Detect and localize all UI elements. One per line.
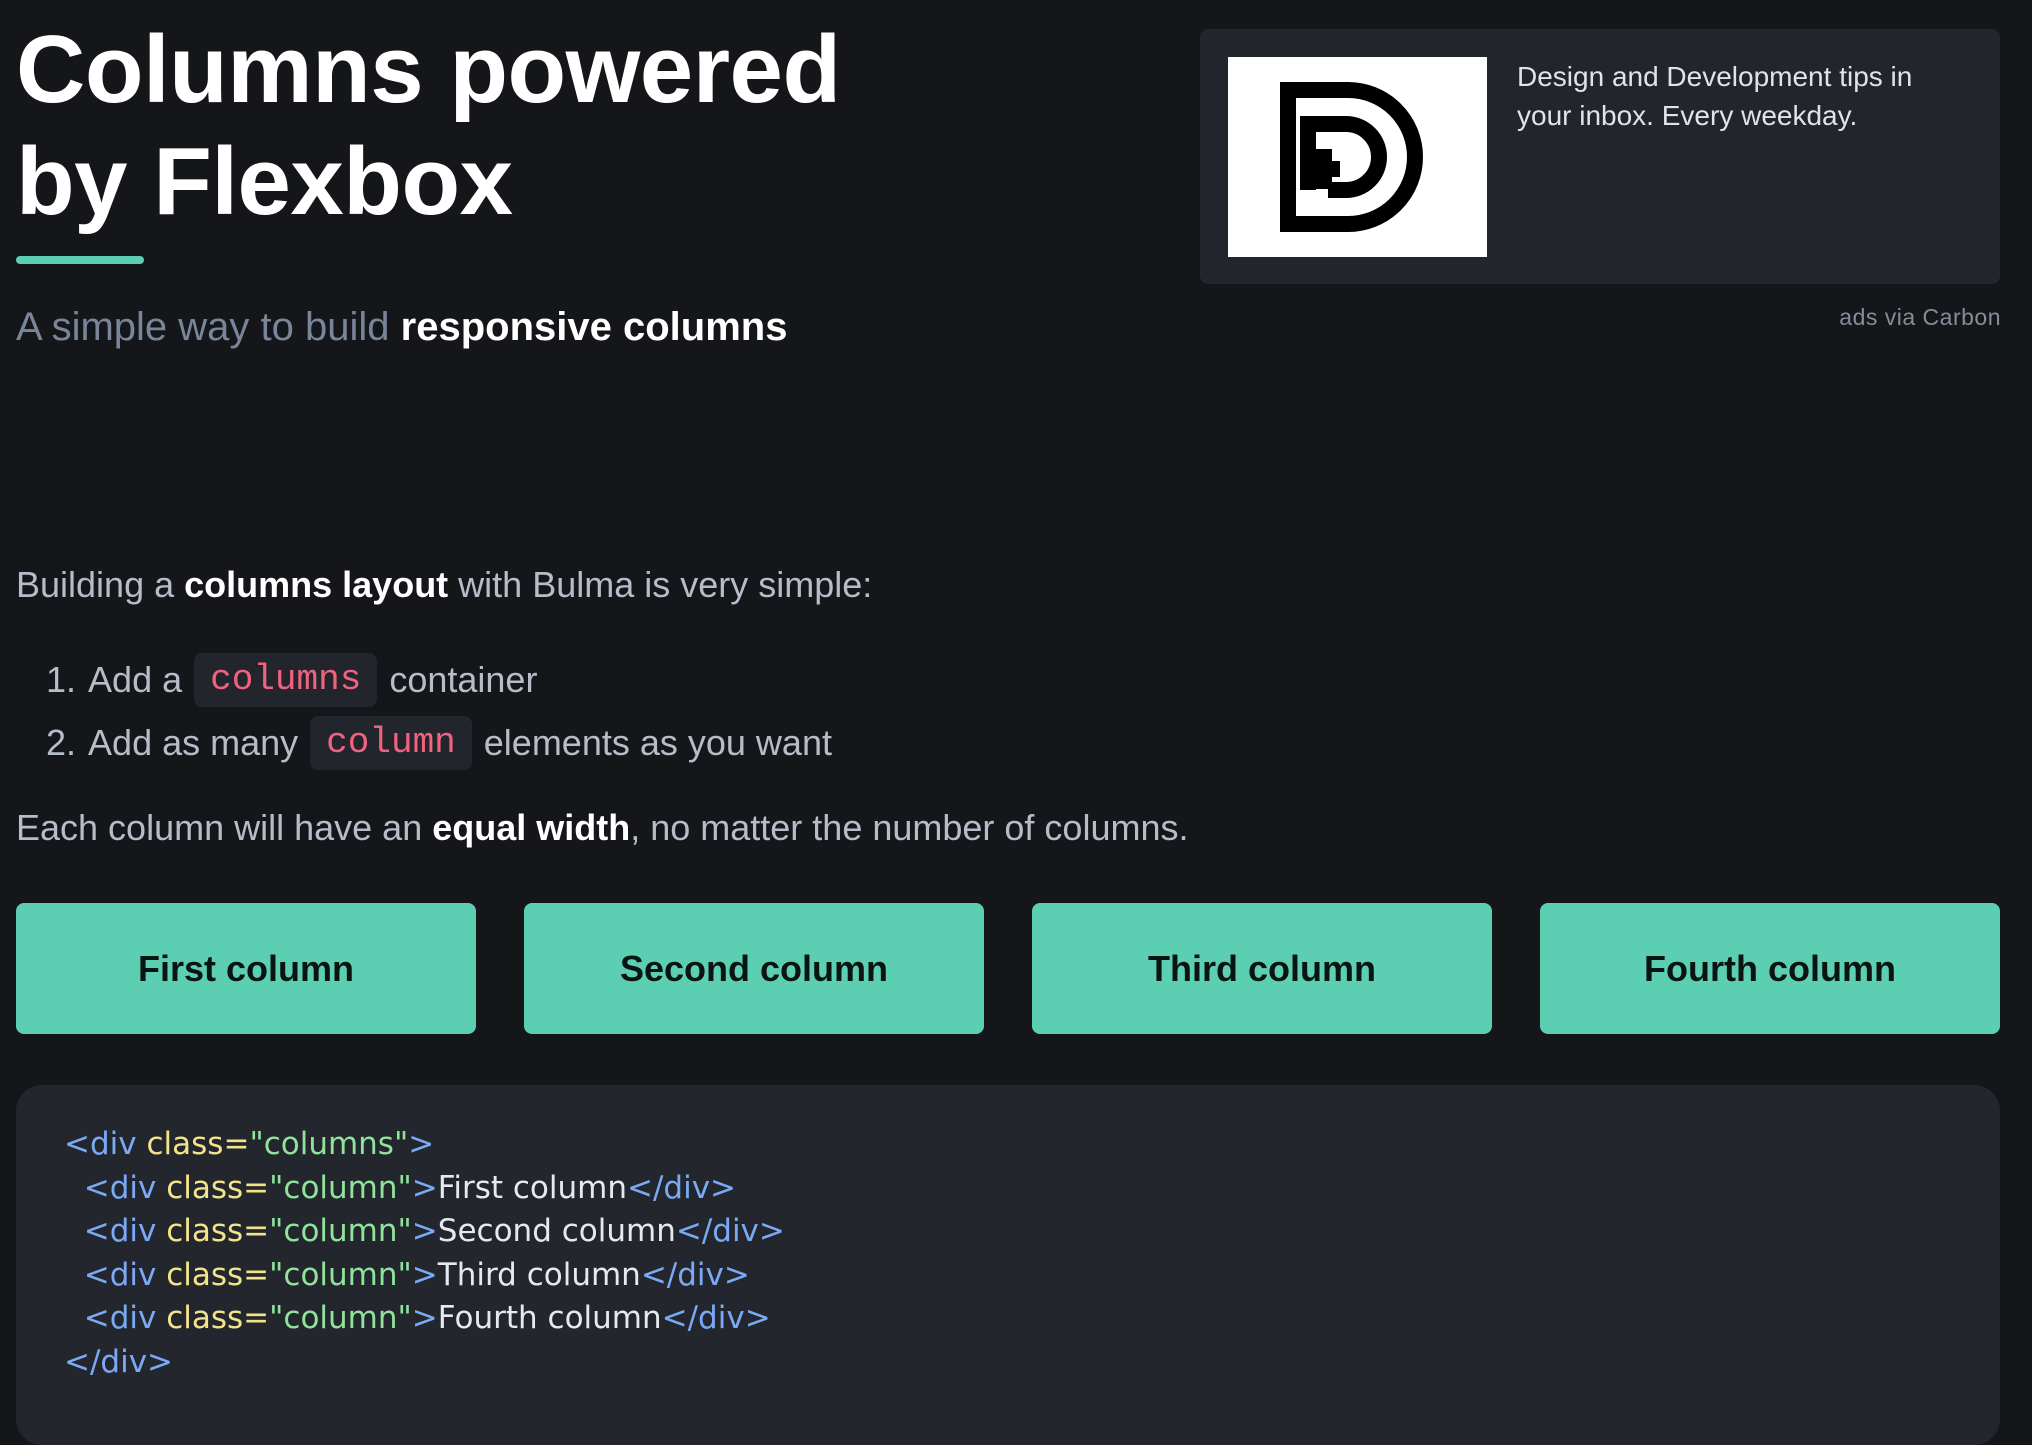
demo-column-third: Third column xyxy=(1032,903,1492,1034)
ads-via-link[interactable]: ads via Carbon xyxy=(1839,304,2001,331)
demo-column-fourth: Fourth column xyxy=(1540,903,2000,1034)
page-subtitle: A simple way to build responsive columns xyxy=(16,302,787,352)
subtitle-text: A simple way to build xyxy=(16,305,401,349)
code-snippet: <div class="columns"> <div class="column… xyxy=(16,1085,2000,1445)
code-line: <div class="column">First column</div> xyxy=(83,1169,737,1206)
code-block: <div class="columns"> <div class="column… xyxy=(64,1123,785,1384)
intro-strong: columns layout xyxy=(184,564,449,605)
demo-column-first: First column xyxy=(16,903,476,1034)
page-title: Columns powered by Flexbox xyxy=(16,14,841,238)
intro-text: Building a columns layout with Bulma is … xyxy=(16,562,872,608)
note-strong: equal width xyxy=(432,807,631,848)
demo-column-second: Second column xyxy=(524,903,984,1034)
intro-pre: Building a xyxy=(16,564,185,605)
step-text-post: container xyxy=(389,658,538,700)
code-line: <div class="column">Second column</div> xyxy=(83,1213,785,1249)
code-line: <div class="columns"> xyxy=(64,1126,435,1162)
intro-post: with Bulma is very simple: xyxy=(448,564,873,605)
columns-demo: First column Second column Third column … xyxy=(16,903,2000,1034)
dd-logo-icon[interactable] xyxy=(1228,57,1487,257)
note-pre: Each column will have an xyxy=(16,807,433,848)
code-chip-columns: columns xyxy=(194,652,378,707)
step-text: Add a xyxy=(88,658,183,700)
code-line: <div class="column">Fourth column</div> xyxy=(83,1300,771,1336)
step-text: Add as many xyxy=(88,721,299,763)
equal-width-note: Each column will have an equal width, no… xyxy=(16,805,1188,851)
step-number: 2. xyxy=(46,721,77,763)
carbon-ad[interactable]: Design and Development tips in your inbo… xyxy=(1200,29,2000,284)
subtitle-emphasis: responsive columns xyxy=(400,305,788,349)
note-post: , no matter the number of columns. xyxy=(630,807,1189,848)
steps-list: 1. Add a columns container 2. Add as man… xyxy=(46,648,832,774)
code-line: <div class="column">Third column</div> xyxy=(83,1256,750,1293)
title-underline xyxy=(16,256,144,264)
ad-text[interactable]: Design and Development tips in your inbo… xyxy=(1517,57,1973,135)
code-line: </div> xyxy=(64,1343,174,1380)
code-chip-column: column xyxy=(310,715,472,770)
title-line-1: Columns powered xyxy=(16,16,841,123)
title-line-2: by Flexbox xyxy=(16,128,513,235)
step-text-post: elements as you want xyxy=(483,721,832,763)
step-item: 1. Add a columns container xyxy=(46,648,832,711)
step-number: 1. xyxy=(46,658,77,700)
step-item: 2. Add as many column elements as you wa… xyxy=(46,711,832,774)
